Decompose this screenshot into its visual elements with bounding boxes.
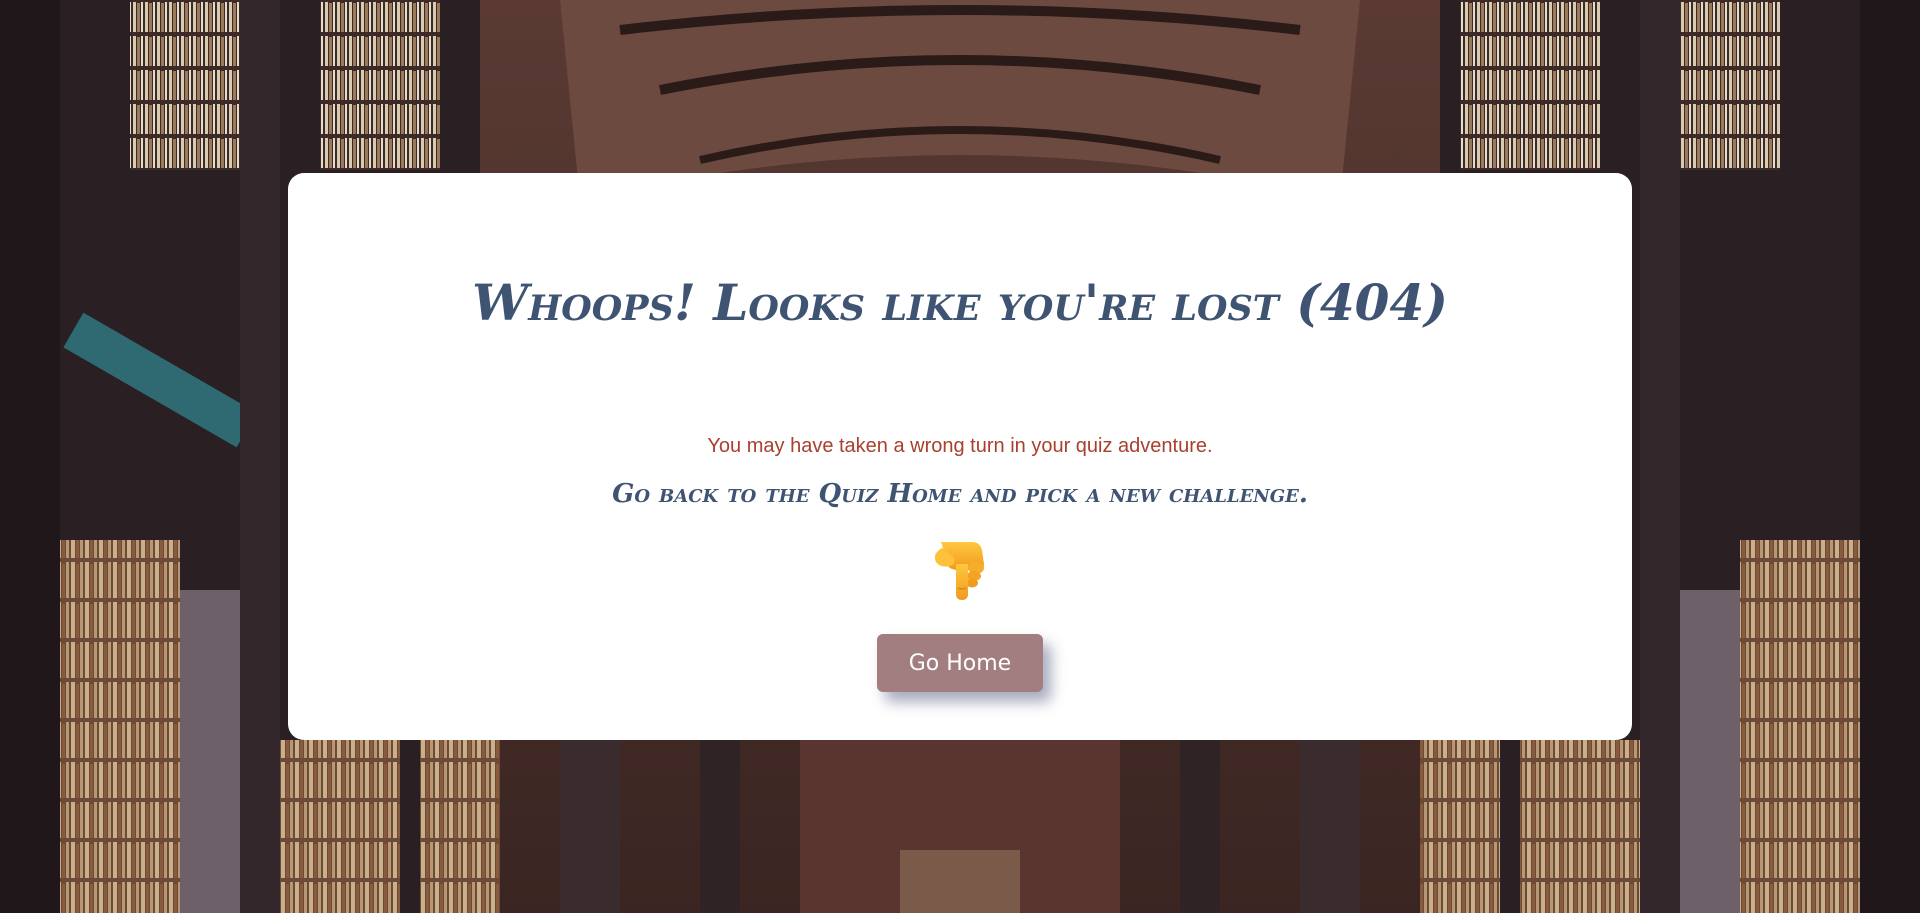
wrong-turn-message: You may have taken a wrong turn in your … xyxy=(707,435,1213,457)
page-title: Whoops! Looks like you're lost (404) xyxy=(472,273,1448,332)
backhand-index-pointing-down-icon xyxy=(934,542,984,600)
not-found-card: Whoops! Looks like you're lost (404) You… xyxy=(288,173,1632,740)
go-home-button[interactable]: Go Home xyxy=(877,634,1043,692)
go-back-instruction: Go back to the Quiz Home and pick a new … xyxy=(612,479,1308,509)
